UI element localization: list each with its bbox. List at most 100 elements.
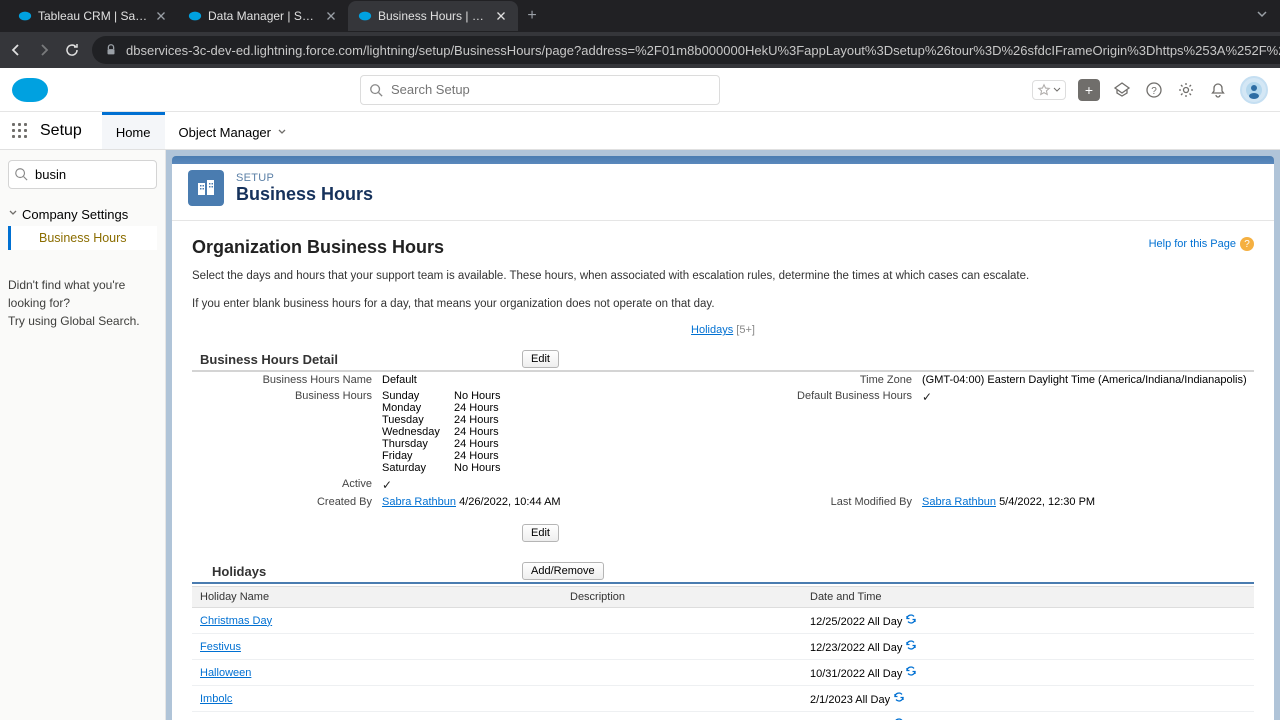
section-title: Holidays (192, 564, 522, 579)
tab-title: Data Manager | Salesforce (208, 9, 318, 23)
checkmark-icon (922, 388, 1254, 476)
field-label: Business Hours Name (192, 372, 382, 388)
forward-button[interactable] (36, 40, 52, 60)
notifications-icon[interactable] (1208, 80, 1228, 100)
add-remove-button[interactable]: Add/Remove (522, 562, 604, 580)
help-link-text: Help for this Page (1149, 238, 1236, 250)
main-content: SETUP Business Hours Organization Busine… (166, 150, 1280, 720)
browser-tab-active[interactable]: Business Hours | Salesforce (348, 1, 518, 31)
help-icon[interactable]: ? (1144, 80, 1164, 100)
salesforce-favicon-icon (18, 9, 32, 23)
table-row: Rex Manning Day4/8/2023 All Day (192, 712, 1254, 720)
edit-button[interactable]: Edit (522, 524, 559, 542)
timestamp: 4/26/2022, 10:44 AM (459, 496, 561, 508)
field-value: Sabra Rathbun 4/26/2022, 10:44 AM (382, 494, 712, 510)
field-value: Sabra Rathbun 5/4/2022, 12:30 PM (922, 494, 1254, 510)
chevron-down-icon (277, 127, 287, 137)
field-label: Last Modified By (712, 494, 922, 510)
timestamp: 5/4/2022, 12:30 PM (999, 496, 1095, 508)
holidays-table: Holiday Name Description Date and Time C… (192, 586, 1254, 720)
salesforce-favicon-icon (358, 9, 372, 23)
gear-icon[interactable] (1176, 80, 1196, 100)
chevron-down-icon (1053, 86, 1061, 94)
field-value: (GMT-04:00) Eastern Daylight Time (Ameri… (922, 372, 1254, 388)
holiday-link[interactable]: Festivus (200, 641, 241, 653)
tab-title: Tableau CRM | Salesforce (38, 9, 148, 23)
close-icon[interactable] (154, 9, 168, 23)
banner-title: Business Hours (236, 184, 373, 205)
column-header[interactable]: Holiday Name (192, 587, 562, 608)
banner-eyebrow: SETUP (236, 172, 373, 184)
tab-object-manager[interactable]: Object Manager (165, 112, 302, 149)
column-header[interactable]: Description (562, 587, 802, 608)
context-nav: Setup Home Object Manager (0, 112, 1280, 150)
sidebar-item-business-hours[interactable]: Business Hours (8, 226, 157, 250)
app-launcher-button[interactable] (0, 123, 40, 139)
sidebar-item-company-settings[interactable]: Company Settings (8, 203, 157, 226)
setup-search-input[interactable] (8, 160, 157, 189)
sidebar-help-text: Didn't find what you're looking for? Try… (8, 276, 157, 330)
search-icon (14, 167, 28, 181)
field-label: Business Hours (192, 388, 382, 476)
favorites-button[interactable] (1032, 80, 1066, 100)
holiday-link[interactable]: Halloween (200, 667, 251, 679)
setup-sidebar: Company Settings Business Hours Didn't f… (0, 150, 166, 720)
tab-home[interactable]: Home (102, 112, 165, 149)
browser-tab[interactable]: Tableau CRM | Salesforce (8, 1, 178, 31)
table-row: Christmas Day12/25/2022 All Day (192, 608, 1254, 634)
app-name: Setup (40, 122, 102, 140)
table-row: Imbolc2/1/2023 All Day (192, 686, 1254, 712)
user-link[interactable]: Sabra Rathbun (382, 496, 456, 508)
user-link[interactable]: Sabra Rathbun (922, 496, 996, 508)
anchor-count: [5+] (736, 324, 755, 336)
sidebar-label: Company Settings (22, 207, 128, 222)
field-label: Active (192, 476, 382, 494)
reload-button[interactable] (64, 40, 80, 60)
page-banner: SETUP Business Hours (172, 156, 1274, 221)
recurring-icon (893, 691, 905, 703)
page-description: If you enter blank business hours for a … (192, 296, 1254, 312)
recurring-icon (905, 639, 917, 651)
user-avatar[interactable] (1240, 76, 1268, 104)
close-icon[interactable] (494, 9, 508, 23)
search-input[interactable] (360, 75, 720, 105)
sidebar-label: Business Hours (39, 231, 127, 245)
lock-icon (104, 43, 118, 57)
chevron-down-icon[interactable] (1244, 7, 1280, 25)
tab-title: Business Hours | Salesforce (378, 9, 488, 23)
holiday-link[interactable]: Imbolc (200, 693, 232, 705)
page-title: Organization Business Hours (192, 237, 444, 258)
salesforce-logo[interactable] (12, 78, 48, 102)
tab-label: Home (116, 125, 151, 140)
close-icon[interactable] (324, 9, 338, 23)
business-hours-schedule: SundayNo HoursMonday24 HoursTuesday24 Ho… (382, 388, 712, 476)
guidance-center-icon[interactable] (1112, 80, 1132, 100)
global-actions-button[interactable]: + (1078, 79, 1100, 101)
new-tab-button[interactable]: + (518, 7, 546, 25)
field-label: Created By (192, 494, 382, 510)
help-icon: ? (1240, 237, 1254, 251)
url-text: dbservices-3c-dev-ed.lightning.force.com… (126, 43, 1280, 58)
edit-button[interactable]: Edit (522, 350, 559, 368)
anchor-holidays[interactable]: Holidays (691, 324, 733, 336)
browser-tab[interactable]: Data Manager | Salesforce (178, 1, 348, 31)
browser-tab-strip: Tableau CRM | Salesforce Data Manager | … (0, 0, 1280, 32)
global-header: + ? (0, 68, 1280, 112)
field-value: Default (382, 372, 712, 388)
salesforce-favicon-icon (188, 9, 202, 23)
browser-toolbar: dbservices-3c-dev-ed.lightning.force.com… (0, 32, 1280, 68)
recurring-icon (905, 613, 917, 625)
holiday-link[interactable]: Christmas Day (200, 615, 272, 627)
back-button[interactable] (8, 40, 24, 60)
checkmark-icon (382, 476, 712, 494)
field-label: Default Business Hours (712, 388, 922, 476)
table-row: Halloween10/31/2022 All Day (192, 660, 1254, 686)
help-for-page-link[interactable]: Help for this Page ? (1149, 237, 1254, 251)
tab-label: Object Manager (179, 125, 272, 140)
address-bar[interactable]: dbservices-3c-dev-ed.lightning.force.com… (92, 36, 1280, 64)
column-header[interactable]: Date and Time (802, 587, 1254, 608)
field-label: Time Zone (712, 372, 922, 388)
svg-text:?: ? (1151, 86, 1157, 97)
global-search (360, 75, 720, 105)
related-anchors: Holidays [5+] (192, 324, 1254, 336)
